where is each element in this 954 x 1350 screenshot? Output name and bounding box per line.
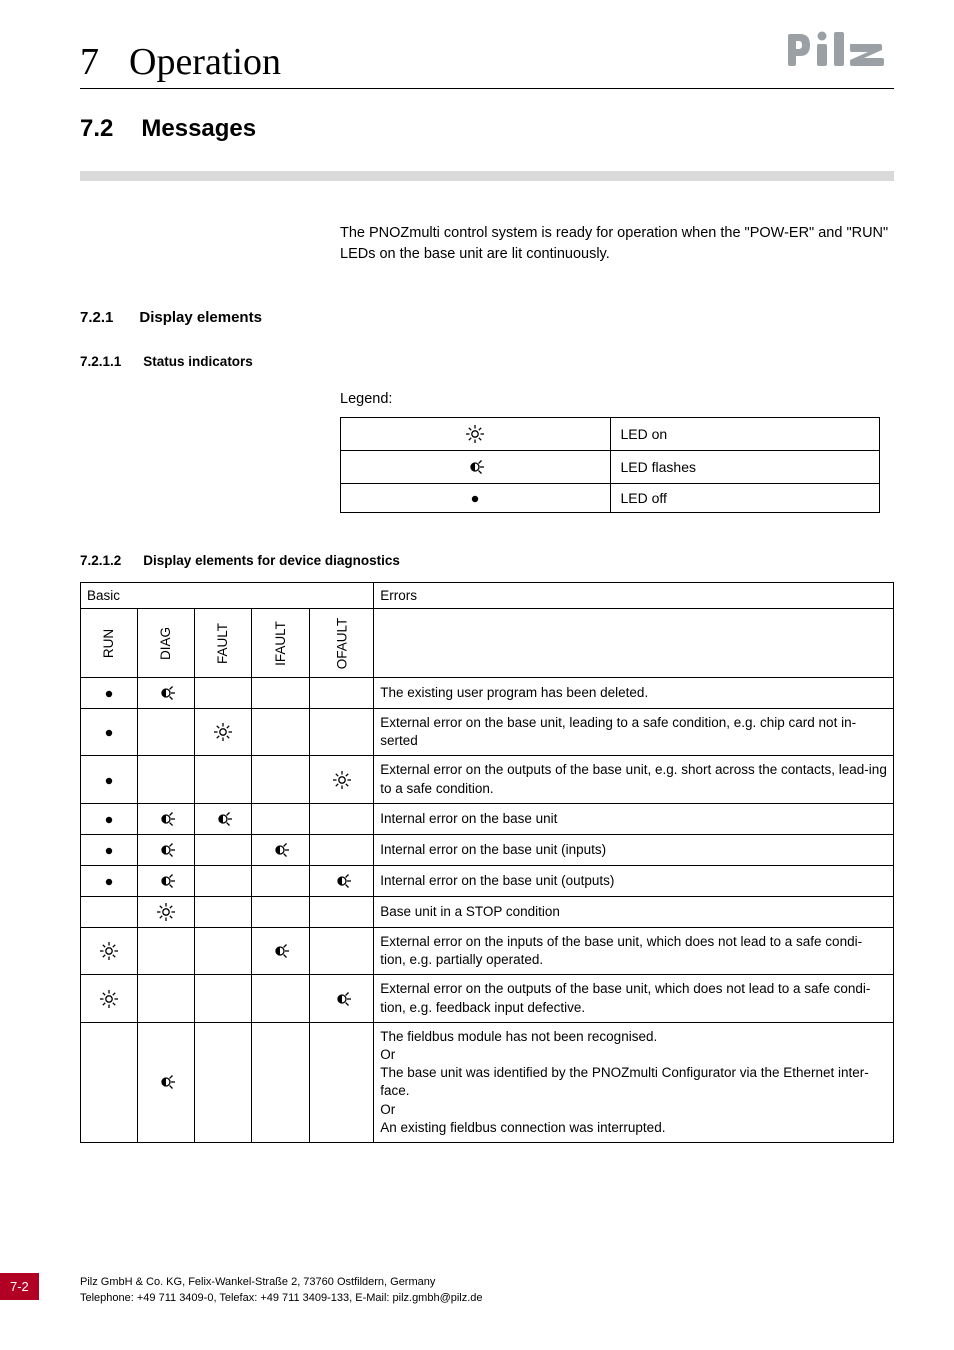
subsubsection2-number: 7.2.1.2 <box>80 553 121 568</box>
col-diag: DIAG <box>138 609 195 678</box>
legend-table: LED onLED flashesLED off <box>340 417 880 513</box>
led-cell <box>309 927 374 974</box>
subsubsection1-number: 7.2.1.1 <box>80 354 121 369</box>
led-cell <box>252 865 310 896</box>
led-cell <box>309 865 374 896</box>
footer-line1: Pilz GmbH & Co. KG, Felix-Wankel-Straße … <box>80 1275 483 1290</box>
col-run: RUN <box>81 609 138 678</box>
led-cell <box>309 896 374 927</box>
diagnostics-table: Basic Errors RUNDIAGFAULTIFAULTOFAULT Th… <box>80 582 894 1143</box>
col-errors-blank <box>374 609 894 678</box>
led-cell <box>195 678 252 709</box>
legend-symbol-off <box>341 484 611 513</box>
led-cell <box>81 678 138 709</box>
led-cell <box>81 927 138 974</box>
led-cell <box>81 896 138 927</box>
chapter-title: Operation <box>129 40 281 84</box>
led-cell <box>195 1022 252 1142</box>
error-description: Internal error on the base unit <box>374 803 894 834</box>
led-cell <box>195 927 252 974</box>
led-cell <box>252 678 310 709</box>
intro-paragraph: The PNOZmulti control system is ready fo… <box>340 223 894 265</box>
subsubsection1-title: Status indicators <box>143 354 253 369</box>
led-cell <box>138 896 195 927</box>
subsection-number: 7.2.1 <box>80 309 113 326</box>
footer-line2: Telephone: +49 711 3409-0, Telefax: +49 … <box>80 1291 483 1306</box>
led-cell <box>195 975 252 1022</box>
led-cell <box>252 896 310 927</box>
col-ifault: IFAULT <box>252 609 310 678</box>
led-cell <box>309 709 374 756</box>
legend-text: LED flashes <box>610 451 880 484</box>
led-cell <box>81 975 138 1022</box>
led-cell <box>138 865 195 896</box>
error-description: The fieldbus module has not been recogni… <box>374 1022 894 1142</box>
led-cell <box>252 834 310 865</box>
led-cell <box>309 975 374 1022</box>
led-cell <box>252 1022 310 1142</box>
subsection-title: Display elements <box>139 309 262 326</box>
legend-symbol-on <box>341 418 611 451</box>
error-description: Base unit in a STOP condition <box>374 896 894 927</box>
col-fault: FAULT <box>195 609 252 678</box>
pilz-logo <box>784 28 894 72</box>
led-cell <box>252 709 310 756</box>
led-cell <box>138 803 195 834</box>
led-cell <box>138 834 195 865</box>
page-number-tab: 7-2 <box>0 1273 39 1300</box>
error-description: External error on the outputs of the bas… <box>374 756 894 803</box>
error-description: External error on the base unit, leading… <box>374 709 894 756</box>
led-cell <box>252 756 310 803</box>
led-cell <box>195 896 252 927</box>
led-cell <box>195 865 252 896</box>
footer: Pilz GmbH & Co. KG, Felix-Wankel-Straße … <box>80 1275 483 1306</box>
led-cell <box>81 865 138 896</box>
section-title: Messages <box>141 115 256 143</box>
led-cell <box>81 709 138 756</box>
error-description: External error on the inputs of the base… <box>374 927 894 974</box>
led-cell <box>195 834 252 865</box>
led-cell <box>309 803 374 834</box>
led-cell <box>252 803 310 834</box>
led-cell <box>138 975 195 1022</box>
led-cell <box>81 803 138 834</box>
led-cell <box>195 803 252 834</box>
legend-symbol-flash <box>341 451 611 484</box>
error-description: The existing user program has been delet… <box>374 678 894 709</box>
led-cell <box>81 756 138 803</box>
error-description: External error on the outputs of the bas… <box>374 975 894 1022</box>
led-cell <box>252 975 310 1022</box>
led-cell <box>195 709 252 756</box>
section-number: 7.2 <box>80 115 113 143</box>
led-cell <box>309 834 374 865</box>
led-cell <box>195 756 252 803</box>
legend-text: LED on <box>610 418 880 451</box>
errors-group-header: Errors <box>374 583 894 609</box>
col-ofault: OFAULT <box>309 609 374 678</box>
led-cell <box>81 834 138 865</box>
error-description: Internal error on the base unit (outputs… <box>374 865 894 896</box>
legend-label: Legend: <box>340 391 894 407</box>
led-cell <box>138 756 195 803</box>
led-cell <box>138 678 195 709</box>
led-cell <box>138 1022 195 1142</box>
section-divider <box>80 171 894 181</box>
led-cell <box>138 709 195 756</box>
error-description: Internal error on the base unit (inputs) <box>374 834 894 865</box>
basic-group-header: Basic <box>81 583 374 609</box>
subsubsection2-title: Display elements for device diagnostics <box>143 553 400 568</box>
led-cell <box>252 927 310 974</box>
chapter-number: 7 <box>80 40 99 84</box>
led-cell <box>309 678 374 709</box>
led-cell <box>309 756 374 803</box>
legend-text: LED off <box>610 484 880 513</box>
led-cell <box>309 1022 374 1142</box>
led-cell <box>81 1022 138 1142</box>
led-cell <box>138 927 195 974</box>
